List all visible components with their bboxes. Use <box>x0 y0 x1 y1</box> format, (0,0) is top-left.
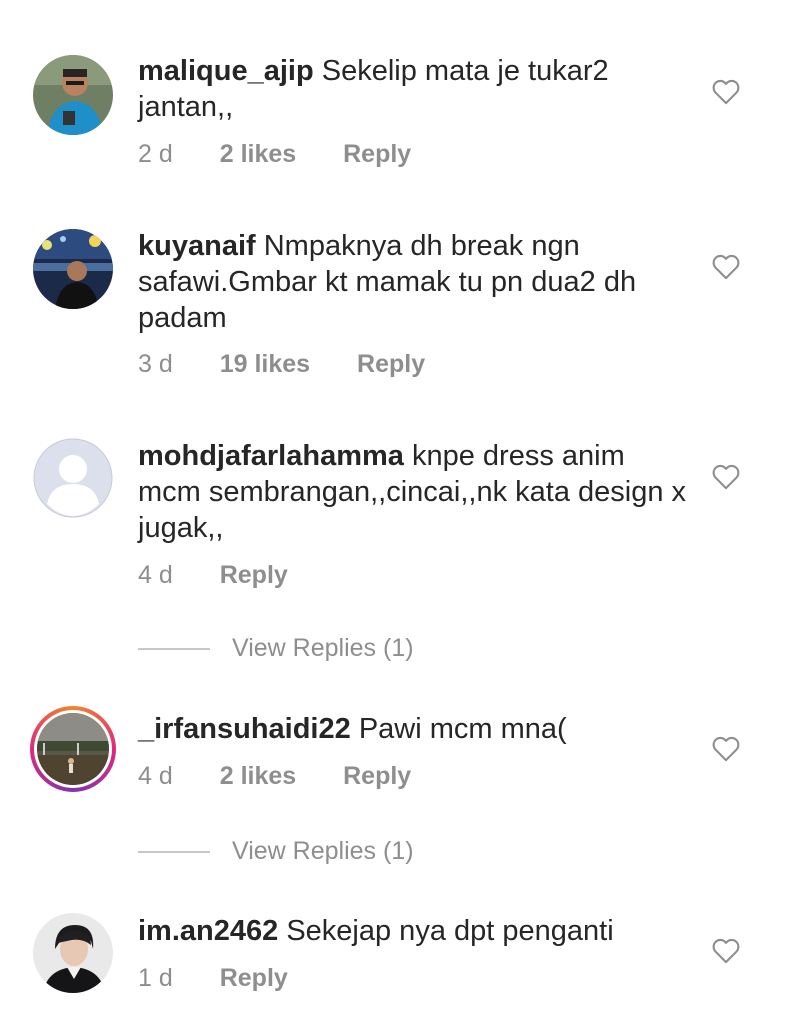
comment-text-block: mohdjafarlahamma knpe dress anim mcm sem… <box>138 438 693 546</box>
reply-button[interactable]: Reply <box>343 140 411 169</box>
view-replies-label: View Replies (1) <box>232 634 414 662</box>
heart-icon[interactable] <box>712 79 740 105</box>
heart-icon[interactable] <box>712 938 740 964</box>
view-replies-label: View Replies (1) <box>232 837 414 865</box>
comment-time: 4 d <box>138 561 173 589</box>
heart-icon[interactable] <box>712 736 740 762</box>
avatar-photo <box>37 713 109 785</box>
comment-body: Pawi mcm mna( <box>358 713 567 745</box>
comment-time: 2 d <box>138 140 173 168</box>
comment-meta: 2 d 2 likes Reply <box>138 140 451 169</box>
comment-meta: 4 d 2 likes Reply <box>138 762 451 791</box>
view-replies-button[interactable]: View Replies (1) <box>138 837 414 867</box>
heart-icon[interactable] <box>712 254 740 280</box>
comment-username[interactable]: _irfansuhaidi22 <box>138 713 351 745</box>
divider-line <box>138 648 210 651</box>
comment-text-block: malique_ajip Sekelip mata je tukar2 jant… <box>138 53 693 125</box>
avatar[interactable] <box>33 55 113 135</box>
reply-button[interactable]: Reply <box>220 964 288 993</box>
comment-likes[interactable]: 2 likes <box>220 140 296 169</box>
comment-username[interactable]: kuyanaif <box>138 230 256 262</box>
avatar[interactable] <box>33 229 113 309</box>
comment-text-block: _irfansuhaidi22 Pawi mcm mna( <box>138 711 693 747</box>
divider-line <box>138 851 210 854</box>
comment-meta: 1 d Reply <box>138 964 328 993</box>
comment-time: 3 d <box>138 350 173 378</box>
comment-username[interactable]: im.an2462 <box>138 915 278 947</box>
comment-likes[interactable]: 2 likes <box>220 762 296 791</box>
avatar-photo <box>33 55 113 135</box>
comment-meta: 3 d 19 likes Reply <box>138 350 465 379</box>
reply-button[interactable]: Reply <box>343 762 411 791</box>
view-replies-button[interactable]: View Replies (1) <box>138 634 414 664</box>
avatar-photo <box>33 913 113 993</box>
avatar-photo <box>33 229 113 309</box>
avatar-with-story-ring[interactable] <box>30 706 116 792</box>
comment-username[interactable]: mohdjafarlahamma <box>138 440 404 472</box>
reply-button[interactable]: Reply <box>357 350 425 379</box>
comment-text-block: kuyanaif Nmpaknya dh break ngn safawi.Gm… <box>138 228 693 336</box>
comment-likes[interactable]: 19 likes <box>220 350 310 379</box>
default-user-icon <box>33 438 113 518</box>
reply-button[interactable]: Reply <box>220 561 288 590</box>
heart-icon[interactable] <box>712 464 740 490</box>
comment-body: Sekejap nya dpt penganti <box>286 915 614 947</box>
comment-time: 1 d <box>138 964 173 992</box>
comment-meta: 4 d Reply <box>138 561 328 590</box>
comment-username[interactable]: malique_ajip <box>138 55 314 87</box>
avatar[interactable] <box>33 913 113 993</box>
avatar[interactable] <box>33 438 113 518</box>
avatar-inner <box>34 710 112 788</box>
comment-time: 4 d <box>138 762 173 790</box>
comment-text-block: im.an2462 Sekejap nya dpt penganti <box>138 913 693 949</box>
